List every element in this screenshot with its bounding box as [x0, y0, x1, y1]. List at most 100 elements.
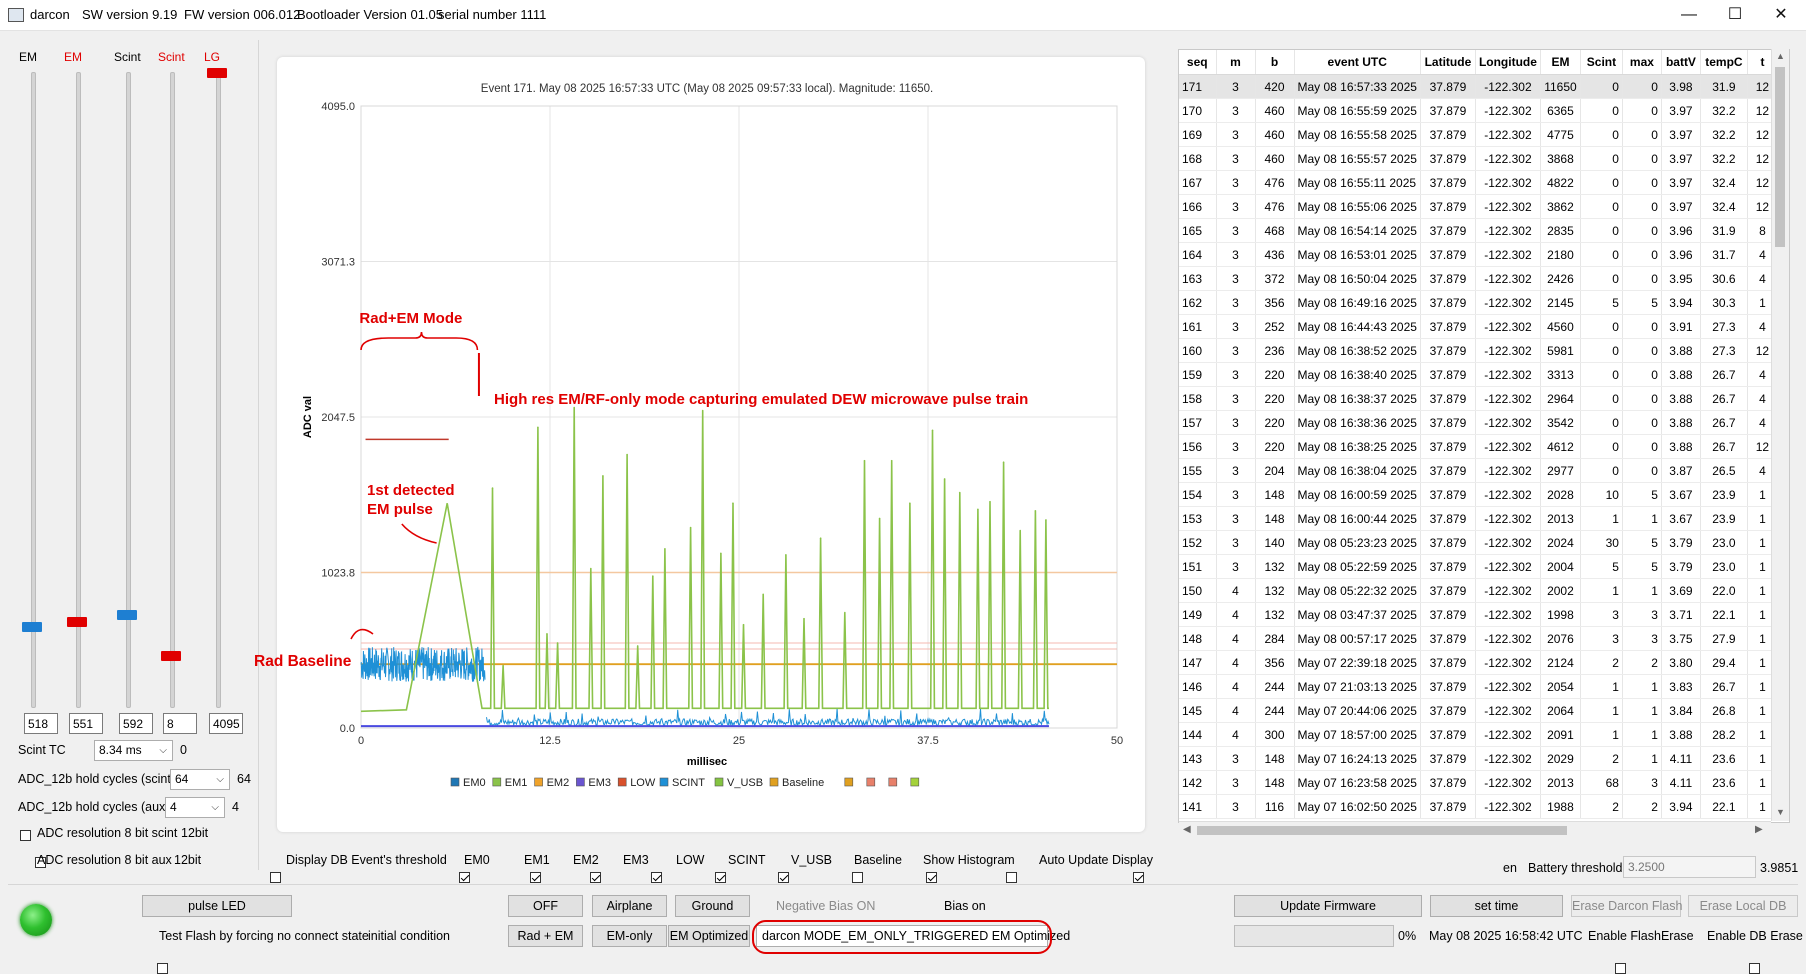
column-header[interactable]: EM: [1540, 50, 1581, 75]
slider-track[interactable]: [170, 72, 175, 708]
scint-tc-select[interactable]: 8.34 ms ⌵: [94, 740, 173, 761]
table-row[interactable]: 145 4 244 May 07 20:44:06 2025 37.879 -122.30…: [1179, 698, 1778, 723]
airplane-button[interactable]: Airplane: [592, 895, 667, 917]
option-checkbox[interactable]: [530, 872, 541, 884]
table-row[interactable]: 162 3 356 May 08 16:49:16 2025 37.879 -122.30…: [1179, 290, 1778, 315]
test-flash-checkbox[interactable]: [156, 963, 168, 974]
option-checkbox[interactable]: [1133, 872, 1144, 884]
off-button[interactable]: OFF: [508, 895, 583, 917]
slider-value-box[interactable]: 4095: [209, 713, 243, 734]
table-row[interactable]: 171 3 420 May 08 16:57:33 2025 37.879 -122.30…: [1179, 74, 1778, 99]
table-row[interactable]: 149 4 132 May 08 03:47:37 2025 37.879 -122.30…: [1179, 602, 1778, 627]
table-row[interactable]: 155 3 204 May 08 16:38:04 2025 37.879 -122.30…: [1179, 458, 1778, 483]
option-checkbox[interactable]: [590, 872, 601, 884]
hold-aux-select[interactable]: 4 ⌵: [165, 797, 225, 818]
slider-value-box[interactable]: 551: [69, 713, 103, 734]
close-icon[interactable]: ✕: [1758, 0, 1804, 30]
rad-em-button[interactable]: Rad + EM: [508, 925, 583, 947]
slider-handle[interactable]: [67, 617, 87, 628]
maximize-icon[interactable]: ☐: [1712, 0, 1758, 30]
table-row[interactable]: 170 3 460 May 08 16:55:59 2025 37.879 -122.30…: [1179, 98, 1778, 123]
table-row[interactable]: 150 4 132 May 08 05:22:32 2025 37.879 -122.30…: [1179, 578, 1778, 603]
minimize-icon[interactable]: —: [1666, 0, 1712, 30]
table-row[interactable]: 144 4 300 May 07 18:57:00 2025 37.879 -122.30…: [1179, 722, 1778, 747]
table-row[interactable]: 142 3 148 May 07 16:23:58 2025 37.879 -122.30…: [1179, 770, 1778, 795]
option-checkbox[interactable]: [715, 872, 726, 884]
column-header[interactable]: tempC: [1700, 50, 1748, 75]
column-header[interactable]: Scint: [1580, 50, 1623, 75]
table-vscrollbar[interactable]: ▲ ▼: [1771, 49, 1789, 821]
slider-value-box[interactable]: 8: [163, 713, 197, 734]
table-row[interactable]: 158 3 220 May 08 16:38:37 2025 37.879 -122.30…: [1179, 386, 1778, 411]
scroll-up-icon[interactable]: ▲: [1776, 51, 1785, 61]
scroll-right-icon[interactable]: ▶: [1755, 824, 1763, 835]
erase-local-db-button[interactable]: Erase Local DB: [1688, 895, 1798, 917]
events-table[interactable]: seq m b event UTC Latitude Longitude EM Scint ma…: [1178, 49, 1790, 823]
column-header[interactable]: seq: [1179, 50, 1217, 75]
update-firmware-button[interactable]: Update Firmware: [1234, 895, 1422, 917]
ground-button[interactable]: Ground: [675, 895, 750, 917]
slider-handle[interactable]: [117, 610, 137, 621]
table-row[interactable]: 160 3 236 May 08 16:38:52 2025 37.879 -122.30…: [1179, 338, 1778, 363]
option-checkbox[interactable]: [459, 872, 470, 884]
table-row[interactable]: 167 3 476 May 08 16:55:11 2025 37.879 -122.30…: [1179, 170, 1778, 195]
battery-threshold-field[interactable]: 3.2500: [1623, 856, 1756, 878]
option-checkbox[interactable]: [1006, 872, 1017, 884]
annotation-brace: [360, 331, 479, 351]
scroll-thumb[interactable]: [1775, 67, 1785, 247]
option-checkbox[interactable]: [270, 872, 281, 884]
option-checkbox[interactable]: [778, 872, 789, 884]
table-row[interactable]: 164 3 436 May 08 16:53:01 2025 37.879 -122.30…: [1179, 242, 1778, 267]
column-header[interactable]: m: [1216, 50, 1256, 75]
table-row[interactable]: 159 3 220 May 08 16:38:40 2025 37.879 -122.30…: [1179, 362, 1778, 387]
slider-value-box[interactable]: 518: [24, 713, 58, 734]
table-row[interactable]: 153 3 148 May 08 16:00:44 2025 37.879 -122.30…: [1179, 506, 1778, 531]
scroll-left-icon[interactable]: ◀: [1183, 824, 1191, 835]
em-only-button[interactable]: EM-only: [592, 925, 667, 947]
slider-track[interactable]: [76, 72, 81, 708]
table-row[interactable]: 143 3 148 May 07 16:24:13 2025 37.879 -122.30…: [1179, 746, 1778, 771]
column-header[interactable]: max: [1622, 50, 1662, 75]
slider-track[interactable]: [216, 72, 221, 708]
table-row[interactable]: 169 3 460 May 08 16:55:58 2025 37.879 -122.30…: [1179, 122, 1778, 147]
column-header[interactable]: Longitude: [1475, 50, 1541, 75]
table-row[interactable]: 148 4 284 May 08 00:57:17 2025 37.879 -122.30…: [1179, 626, 1778, 651]
option-checkbox[interactable]: [852, 872, 863, 884]
slider-handle[interactable]: [207, 68, 227, 78]
table-row[interactable]: 154 3 148 May 08 16:00:59 2025 37.879 -122.30…: [1179, 482, 1778, 507]
table-row[interactable]: 168 3 460 May 08 16:55:57 2025 37.879 -122.30…: [1179, 146, 1778, 171]
table-row[interactable]: 151 3 132 May 08 05:22:59 2025 37.879 -122.30…: [1179, 554, 1778, 579]
erase-darcon-flash-button[interactable]: Erase Darcon Flash: [1571, 895, 1682, 917]
hold-scint-select[interactable]: 64 ⌵: [170, 769, 230, 790]
table-hscrollbar[interactable]: ◀ ▶: [1179, 821, 1771, 839]
table-row[interactable]: 152 3 140 May 08 05:23:23 2025 37.879 -122.30…: [1179, 530, 1778, 555]
table-row[interactable]: 163 3 372 May 08 16:50:04 2025 37.879 -122.30…: [1179, 266, 1778, 291]
table-row[interactable]: 156 3 220 May 08 16:38:25 2025 37.879 -122.30…: [1179, 434, 1778, 459]
table-row[interactable]: 146 4 244 May 07 21:03:13 2025 37.879 -122.30…: [1179, 674, 1778, 699]
scroll-down-icon[interactable]: ▼: [1776, 807, 1785, 817]
column-header[interactable]: event UTC: [1294, 50, 1421, 75]
option-checkbox[interactable]: [651, 872, 662, 884]
slider-handle[interactable]: [161, 651, 181, 662]
table-row[interactable]: 141 3 116 May 07 16:02:50 2025 37.879 -122.30…: [1179, 794, 1778, 819]
slider-value-box[interactable]: 592: [119, 713, 153, 734]
option-label: Display DB Event's threshold: [286, 853, 447, 867]
option-checkbox[interactable]: [926, 872, 937, 884]
column-header[interactable]: battV: [1661, 50, 1701, 75]
table-row[interactable]: 147 4 356 May 07 22:39:18 2025 37.879 -122.30…: [1179, 650, 1778, 675]
enable-flash-erase-checkbox[interactable]: [1614, 963, 1626, 974]
table-row[interactable]: 165 3 468 May 08 16:54:14 2025 37.879 -122.30…: [1179, 218, 1778, 243]
table-row[interactable]: 161 3 252 May 08 16:44:43 2025 37.879 -122.30…: [1179, 314, 1778, 339]
slider-track[interactable]: [31, 72, 36, 708]
em-optimized-button[interactable]: EM Optimized: [668, 925, 750, 947]
table-row[interactable]: 166 3 476 May 08 16:55:06 2025 37.879 -122.30…: [1179, 194, 1778, 219]
enable-db-erase-checkbox[interactable]: [1748, 963, 1760, 974]
column-header[interactable]: b: [1255, 50, 1295, 75]
set-time-button[interactable]: set time: [1430, 895, 1563, 917]
table-row[interactable]: 157 3 220 May 08 16:38:36 2025 37.879 -122.30…: [1179, 410, 1778, 435]
pulse-led-button[interactable]: pulse LED: [142, 895, 292, 917]
scroll-hthumb[interactable]: [1197, 826, 1567, 835]
slider-handle[interactable]: [22, 622, 42, 633]
res-scint-checkbox[interactable]: [20, 830, 31, 842]
column-header[interactable]: Latitude: [1420, 50, 1476, 75]
